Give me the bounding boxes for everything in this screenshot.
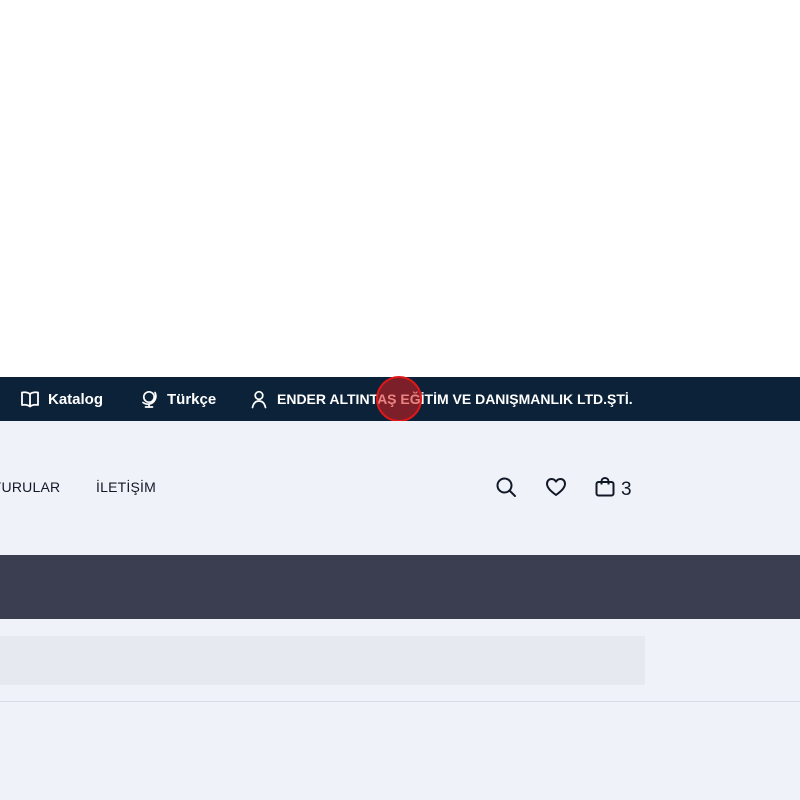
category-bar: [0, 555, 800, 619]
shopping-bag-icon: [593, 475, 617, 504]
catalog-label: Katalog: [48, 390, 104, 408]
account-link[interactable]: ENDER ALTINTAŞ EĞİTİM VE DANIŞMANLIK LTD…: [249, 377, 633, 421]
catalog-link[interactable]: Katalog: [20, 377, 103, 421]
page: Katalog Türkçe ENDER ALTINTAŞ EĞİTİM VE …: [0, 0, 800, 800]
heart-icon: [544, 475, 568, 504]
search-button[interactable]: [493, 476, 519, 502]
wishlist-button[interactable]: [543, 476, 569, 502]
divider: [0, 701, 800, 702]
search-field-area[interactable]: [0, 636, 645, 685]
cart-count-badge: 3: [621, 479, 632, 500]
nav-item-courses[interactable]: YURULAR: [0, 479, 60, 499]
globe-icon: [139, 389, 159, 409]
nav-item-contact[interactable]: İLETİŞİM: [96, 479, 156, 499]
book-open-icon: [20, 390, 40, 408]
language-label: Türkçe: [167, 390, 217, 408]
search-icon: [494, 475, 518, 504]
blank-content-area: [0, 0, 800, 377]
account-label: ENDER ALTINTAŞ EĞİTİM VE DANIŞMANLIK LTD…: [277, 391, 633, 407]
cart-button[interactable]: [592, 476, 618, 502]
top-bar: Katalog Türkçe ENDER ALTINTAŞ EĞİTİM VE …: [0, 377, 800, 421]
language-selector[interactable]: Türkçe: [139, 377, 216, 421]
user-icon: [249, 389, 269, 409]
